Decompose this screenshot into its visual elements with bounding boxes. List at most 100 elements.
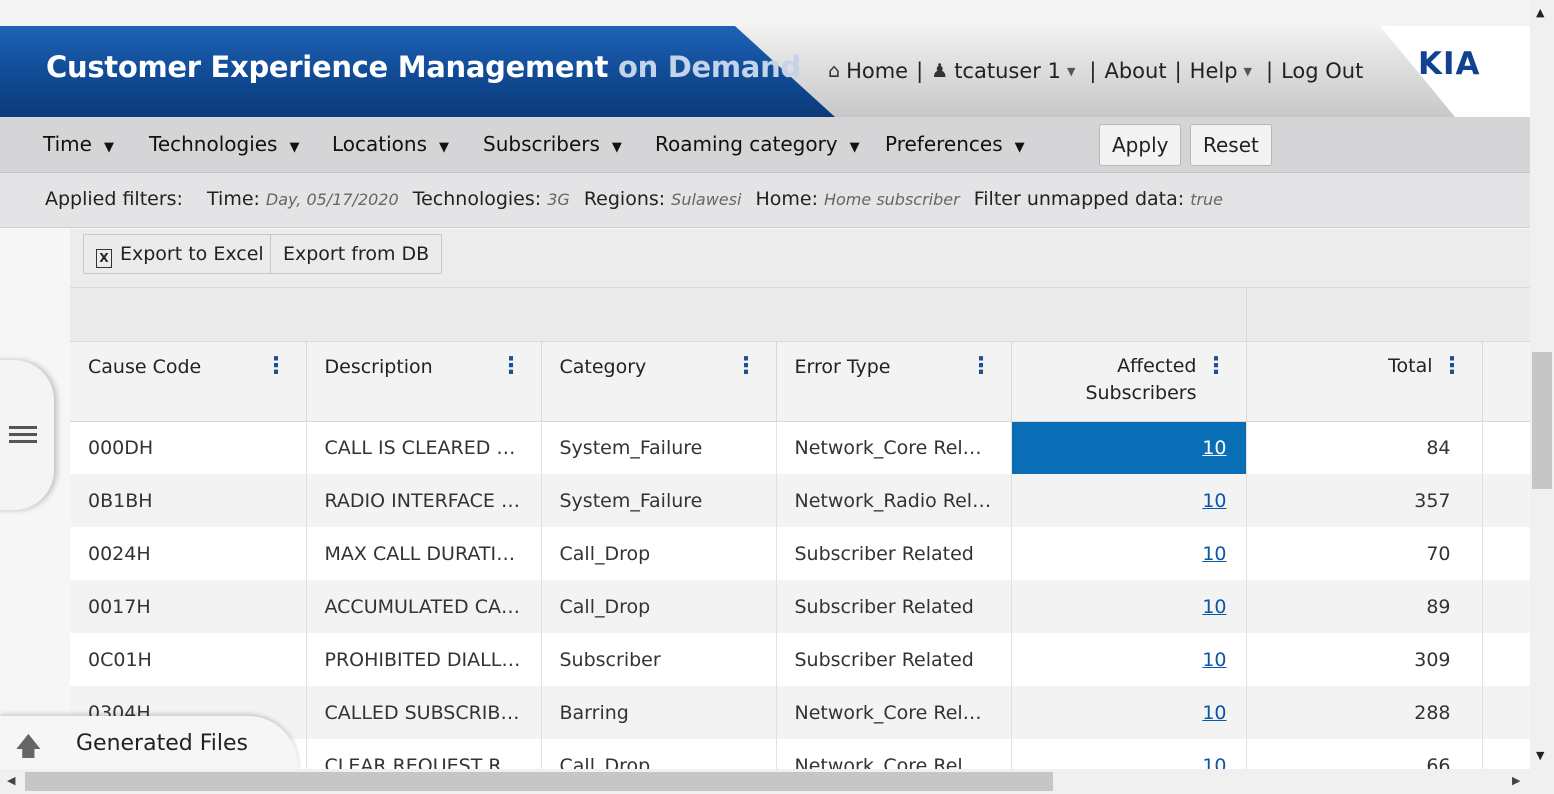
help-menu-caret-icon[interactable]: ▼ bbox=[1244, 65, 1252, 78]
scroll-down-arrow-icon[interactable]: ▼ bbox=[1536, 749, 1544, 762]
cell-category: Call_Drop bbox=[541, 580, 777, 633]
menu-subscribers[interactable]: Subscribers ▼ bbox=[483, 132, 622, 156]
apply-button[interactable]: Apply bbox=[1099, 124, 1182, 166]
user-menu[interactable]: tcatuser 1 bbox=[954, 59, 1061, 83]
column-menu-icon[interactable]: ⋮ bbox=[735, 355, 758, 378]
reset-button[interactable]: Reset bbox=[1190, 124, 1272, 166]
column-menu-icon[interactable]: ⋮ bbox=[500, 355, 523, 378]
about-link[interactable]: About bbox=[1104, 59, 1166, 83]
generated-files-label: Generated Files bbox=[76, 731, 248, 756]
filter-time-label: Time: bbox=[207, 188, 260, 210]
cell-cause-code: 0017H bbox=[70, 580, 307, 633]
caret-down-icon: ▼ bbox=[1014, 140, 1025, 155]
cell-description: MAX CALL DURATI… bbox=[306, 527, 542, 580]
column-header-error-type[interactable]: Error Type ⋮ bbox=[776, 342, 1012, 422]
cell-affected-subscribers[interactable]: 10 bbox=[1011, 633, 1247, 686]
scroll-right-arrow-icon[interactable]: ▶ bbox=[1512, 774, 1520, 787]
menu-locations[interactable]: Locations ▼ bbox=[332, 132, 449, 156]
applied-filters-bar: Applied filters: Time: Day, 05/17/2020 Te… bbox=[0, 173, 1530, 228]
affected-subscribers-link[interactable]: 10 bbox=[1202, 543, 1226, 565]
horizontal-scrollbar[interactable]: ◀ ▶ bbox=[0, 769, 1530, 794]
cell-total: 89 bbox=[1246, 580, 1483, 633]
column-group-header bbox=[70, 288, 1530, 342]
top-navigation: ⌂ Home | ♟ tcatuser 1 ▼ | About | Help ▼… bbox=[828, 59, 1363, 83]
cell-category: System_Failure bbox=[541, 474, 777, 527]
column-menu-icon[interactable]: ⋮ bbox=[265, 355, 288, 378]
column-header-description[interactable]: Description ⋮ bbox=[306, 342, 542, 422]
app-title: Customer Experience Management on Demand bbox=[46, 50, 801, 84]
caret-down-icon: ▼ bbox=[289, 140, 300, 155]
app-header: Customer Experience Management on Demand… bbox=[0, 26, 1530, 117]
menu-roaming-category[interactable]: Roaming category ▼ bbox=[655, 132, 860, 156]
column-header-affected-subscribers[interactable]: Affected Subscribers ⋮ bbox=[1011, 342, 1247, 422]
column-header-total[interactable]: Total ⋮ bbox=[1246, 342, 1483, 422]
cell-total: 357 bbox=[1246, 474, 1483, 527]
cell-category: Subscriber bbox=[541, 633, 777, 686]
help-menu[interactable]: Help bbox=[1190, 59, 1238, 83]
home-icon[interactable]: ⌂ bbox=[828, 60, 840, 82]
filter-technologies-value: 3G bbox=[547, 190, 570, 209]
vertical-scrollbar[interactable]: ▲ ▼ bbox=[1530, 0, 1554, 769]
scroll-up-arrow-icon[interactable]: ▲ bbox=[1536, 6, 1544, 19]
cause-code-table: Cause Code ⋮ Description ⋮ Category ⋮ Error… bbox=[70, 342, 1530, 769]
table-row[interactable]: 0C01H PROHIBITED DIALL… Subscriber Subsc… bbox=[70, 633, 1530, 686]
column-header-cause-code[interactable]: Cause Code ⋮ bbox=[70, 342, 307, 422]
logout-link[interactable]: Log Out bbox=[1281, 59, 1363, 83]
cell-total: 84 bbox=[1246, 421, 1483, 474]
table-row[interactable]: 0017H ACCUMULATED CA… Call_Drop Subscrib… bbox=[70, 580, 1530, 633]
cell-category: System_Failure bbox=[541, 421, 777, 474]
nav-separator: | bbox=[1089, 59, 1097, 83]
home-link[interactable]: Home bbox=[846, 59, 908, 83]
export-db-button[interactable]: Export from DB bbox=[270, 234, 443, 274]
affected-subscribers-link[interactable]: 10 bbox=[1202, 649, 1226, 671]
cell-affected-subscribers[interactable]: 10 bbox=[1011, 527, 1247, 580]
cell-affected-subscribers[interactable]: 10 bbox=[1011, 739, 1247, 770]
table-row[interactable]: 000DH CALL IS CLEARED … System_Failure N… bbox=[70, 421, 1530, 474]
caret-down-icon: ▼ bbox=[849, 140, 860, 155]
cell-error-type: Network_Core Rel… bbox=[776, 421, 1012, 474]
browser-top-strip bbox=[0, 0, 1530, 26]
table-row[interactable]: 0304H CALLED SUBSCRIB… Barring Network_C… bbox=[70, 686, 1530, 739]
affected-subscribers-link[interactable]: 10 bbox=[1202, 702, 1226, 724]
affected-subscribers-link[interactable]: 10 bbox=[1202, 755, 1226, 770]
app-title-main: Customer Experience Management bbox=[46, 50, 609, 84]
menu-preferences[interactable]: Preferences ▼ bbox=[885, 132, 1025, 156]
column-header-category[interactable]: Category ⋮ bbox=[541, 342, 777, 422]
affected-subscribers-link[interactable]: 10 bbox=[1202, 437, 1226, 459]
cell-error-type: Subscriber Related bbox=[776, 580, 1012, 633]
cell-cause-code: 0C01H bbox=[70, 633, 307, 686]
menu-technologies[interactable]: Technologies ▼ bbox=[149, 132, 299, 156]
cell-affected-subscribers[interactable]: 10 bbox=[1011, 421, 1247, 474]
cell-description: CALL IS CLEARED … bbox=[306, 421, 542, 474]
filter-time-value: Day, 05/17/2020 bbox=[265, 190, 399, 209]
horizontal-scroll-thumb[interactable] bbox=[25, 772, 1053, 791]
user-menu-caret-icon[interactable]: ▼ bbox=[1067, 65, 1075, 78]
generated-files-panel[interactable]: 🡅 Generated Files bbox=[0, 716, 298, 772]
caret-down-icon: ▼ bbox=[611, 140, 622, 155]
table-row[interactable]: 0B1BH RADIO INTERFACE … System_Failure N… bbox=[70, 474, 1530, 527]
table-header-row: Cause Code ⋮ Description ⋮ Category ⋮ Error… bbox=[70, 342, 1530, 422]
export-excel-button[interactable]: X Export to Excel bbox=[83, 234, 277, 274]
nav-separator: | bbox=[1266, 59, 1274, 83]
cell-affected-subscribers[interactable]: 10 bbox=[1011, 580, 1247, 633]
cell-affected-subscribers[interactable]: 10 bbox=[1011, 686, 1247, 739]
cell-category: Barring bbox=[541, 686, 777, 739]
applied-filters-label: Applied filters: bbox=[45, 188, 183, 210]
brand-logo: KIA bbox=[1418, 46, 1481, 82]
excel-file-icon: X bbox=[96, 249, 112, 268]
table-row[interactable]: 0024H MAX CALL DURATI… Call_Drop Subscri… bbox=[70, 527, 1530, 580]
column-menu-icon[interactable]: ⋮ bbox=[970, 355, 993, 378]
column-menu-icon[interactable]: ⋮ bbox=[1441, 355, 1464, 378]
column-menu-icon[interactable]: ⋮ bbox=[1205, 355, 1228, 378]
affected-subscribers-link[interactable]: 10 bbox=[1202, 490, 1226, 512]
cell-error-type: Network_Radio Rel… bbox=[776, 474, 1012, 527]
cell-affected-subscribers[interactable]: 10 bbox=[1011, 474, 1247, 527]
vertical-scroll-thumb[interactable] bbox=[1532, 352, 1552, 489]
scroll-left-arrow-icon[interactable]: ◀ bbox=[7, 774, 15, 787]
cell-error-type: Network_Core Rel… bbox=[776, 686, 1012, 739]
user-icon: ♟ bbox=[931, 60, 949, 82]
column-header-overflow bbox=[1482, 342, 1530, 422]
side-panel-toggle[interactable] bbox=[0, 360, 54, 510]
affected-subscribers-link[interactable]: 10 bbox=[1202, 596, 1226, 618]
menu-time[interactable]: Time ▼ bbox=[43, 132, 114, 156]
